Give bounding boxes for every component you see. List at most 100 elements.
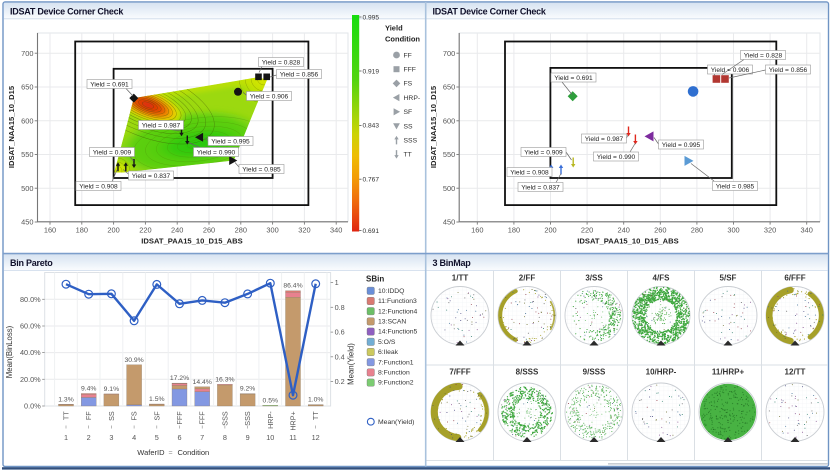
svg-text:IDSAT_NAA15_10_D15: IDSAT_NAA15_10_D15 bbox=[429, 85, 438, 168]
svg-text:9.4%: 9.4% bbox=[81, 386, 97, 393]
svg-text:10: 10 bbox=[266, 433, 274, 442]
svg-text:Condition: Condition bbox=[178, 448, 210, 457]
svg-text:320: 320 bbox=[764, 226, 776, 235]
svg-text:5: 5 bbox=[155, 433, 159, 442]
svg-text:5:O/S: 5:O/S bbox=[378, 339, 396, 346]
svg-text:14.4%: 14.4% bbox=[193, 379, 212, 386]
svg-text:1/TT: 1/TT bbox=[452, 274, 469, 283]
svg-text:FF: FF bbox=[404, 52, 412, 59]
svg-text:10:IDDQ: 10:IDDQ bbox=[378, 288, 404, 295]
svg-text:IDSAT Device Corner Check: IDSAT Device Corner Check bbox=[10, 6, 124, 16]
svg-text:Yield = 0.908: Yield = 0.908 bbox=[510, 169, 549, 176]
svg-text:500: 500 bbox=[443, 184, 455, 193]
svg-text:Yield = 0.837: Yield = 0.837 bbox=[132, 173, 171, 180]
svg-text:SS: SS bbox=[404, 123, 414, 130]
svg-text:8/SSS: 8/SSS bbox=[516, 368, 539, 377]
svg-text:WaferID: WaferID bbox=[137, 448, 165, 457]
svg-text:Yield = 0.985: Yield = 0.985 bbox=[242, 166, 281, 173]
svg-text:0.0%: 0.0% bbox=[24, 402, 41, 411]
svg-text:Yield = 0.985: Yield = 0.985 bbox=[716, 183, 755, 190]
svg-text:1: 1 bbox=[335, 278, 339, 287]
svg-text:Yield = 0.837: Yield = 0.837 bbox=[521, 184, 560, 191]
svg-text:340: 340 bbox=[801, 226, 813, 235]
svg-text:9.1%: 9.1% bbox=[104, 386, 120, 393]
svg-text:9:Function2: 9:Function2 bbox=[378, 380, 414, 387]
svg-text:1: 1 bbox=[64, 433, 68, 442]
svg-text:Yield = 0.856: Yield = 0.856 bbox=[280, 71, 319, 78]
svg-text:12/TT: 12/TT bbox=[785, 368, 806, 377]
svg-text:550: 550 bbox=[21, 150, 33, 159]
svg-text:0.2: 0.2 bbox=[335, 377, 345, 386]
svg-text:Yield = 0.909: Yield = 0.909 bbox=[93, 149, 132, 156]
svg-text:SSS: SSS bbox=[404, 138, 418, 145]
svg-text:Yield: Yield bbox=[385, 24, 403, 33]
svg-text:160: 160 bbox=[44, 226, 56, 235]
svg-text:160: 160 bbox=[471, 226, 483, 235]
svg-text:6/FFF: 6/FFF bbox=[784, 274, 805, 283]
svg-text:320: 320 bbox=[298, 226, 310, 235]
svg-text:0.919: 0.919 bbox=[363, 68, 380, 75]
svg-text:Condition: Condition bbox=[385, 35, 420, 44]
svg-text:20.0%: 20.0% bbox=[20, 375, 41, 384]
svg-text:11:Function3: 11:Function3 bbox=[378, 298, 417, 305]
svg-text:FS: FS bbox=[130, 411, 139, 420]
svg-text:TT: TT bbox=[311, 411, 320, 420]
svg-text:4: 4 bbox=[132, 433, 136, 442]
svg-text:86.4%: 86.4% bbox=[283, 283, 302, 290]
svg-text:SS: SS bbox=[107, 411, 116, 421]
svg-text:200: 200 bbox=[544, 226, 556, 235]
svg-text:FFF: FFF bbox=[404, 67, 416, 74]
svg-text:11/HRP+: 11/HRP+ bbox=[712, 368, 745, 377]
svg-text:Mean(Yield): Mean(Yield) bbox=[347, 343, 356, 385]
svg-text:FFF: FFF bbox=[175, 411, 184, 425]
svg-text:Yield = 0.909: Yield = 0.909 bbox=[524, 149, 563, 156]
svg-text:9.2%: 9.2% bbox=[240, 386, 256, 393]
svg-text:12:Function4: 12:Function4 bbox=[378, 308, 418, 315]
svg-text:450: 450 bbox=[443, 218, 455, 227]
svg-text:180: 180 bbox=[508, 226, 520, 235]
svg-text:0.995: 0.995 bbox=[363, 14, 380, 21]
svg-text:SSS: SSS bbox=[243, 411, 252, 426]
svg-text:300: 300 bbox=[266, 226, 278, 235]
svg-text:3/SS: 3/SS bbox=[585, 274, 603, 283]
svg-text:280: 280 bbox=[235, 226, 247, 235]
svg-text:17.2%: 17.2% bbox=[170, 375, 189, 382]
svg-text:TT: TT bbox=[62, 411, 71, 420]
svg-text:FFF: FFF bbox=[198, 411, 207, 425]
svg-text:13:SCAN: 13:SCAN bbox=[378, 319, 406, 326]
svg-text:500: 500 bbox=[21, 184, 33, 193]
svg-text:4/FS: 4/FS bbox=[653, 274, 671, 283]
svg-text:0.8: 0.8 bbox=[335, 303, 345, 312]
svg-text:0.4: 0.4 bbox=[335, 352, 345, 361]
svg-text:7:Function1: 7:Function1 bbox=[378, 359, 414, 366]
svg-text:240: 240 bbox=[618, 226, 630, 235]
svg-text:Yield = 0.908: Yield = 0.908 bbox=[79, 183, 118, 190]
svg-text:HRP-: HRP- bbox=[404, 95, 421, 102]
svg-text:1.0%: 1.0% bbox=[308, 397, 324, 404]
svg-text:220: 220 bbox=[139, 226, 151, 235]
svg-text:700: 700 bbox=[443, 49, 455, 58]
svg-text:2/FF: 2/FF bbox=[519, 274, 536, 283]
svg-text:60.0%: 60.0% bbox=[20, 322, 41, 331]
svg-text:280: 280 bbox=[691, 226, 703, 235]
svg-text:5/SF: 5/SF bbox=[720, 274, 737, 283]
svg-text:180: 180 bbox=[76, 226, 88, 235]
svg-text:Yield = 0.990: Yield = 0.990 bbox=[597, 154, 636, 161]
svg-text:SF: SF bbox=[152, 411, 161, 421]
svg-text:40.0%: 40.0% bbox=[20, 348, 41, 357]
svg-text:0.767: 0.767 bbox=[363, 177, 380, 184]
svg-text:IDSAT Device Corner Check: IDSAT Device Corner Check bbox=[433, 6, 547, 16]
svg-text:260: 260 bbox=[654, 226, 666, 235]
svg-text:6:Ileak: 6:Ileak bbox=[378, 349, 399, 356]
svg-text:Yield = 0.691: Yield = 0.691 bbox=[554, 75, 593, 82]
svg-text:11: 11 bbox=[289, 433, 297, 442]
svg-text:6: 6 bbox=[177, 433, 181, 442]
svg-text:7/FFF: 7/FFF bbox=[449, 368, 470, 377]
svg-text:Yield = 0.856: Yield = 0.856 bbox=[769, 67, 808, 74]
svg-text:0.691: 0.691 bbox=[363, 228, 380, 235]
svg-text:Yield = 0.987: Yield = 0.987 bbox=[142, 122, 181, 129]
svg-text:16.3%: 16.3% bbox=[215, 376, 234, 383]
svg-text:SF: SF bbox=[404, 109, 413, 116]
svg-text:=: = bbox=[168, 450, 172, 457]
svg-text:600: 600 bbox=[21, 116, 33, 125]
